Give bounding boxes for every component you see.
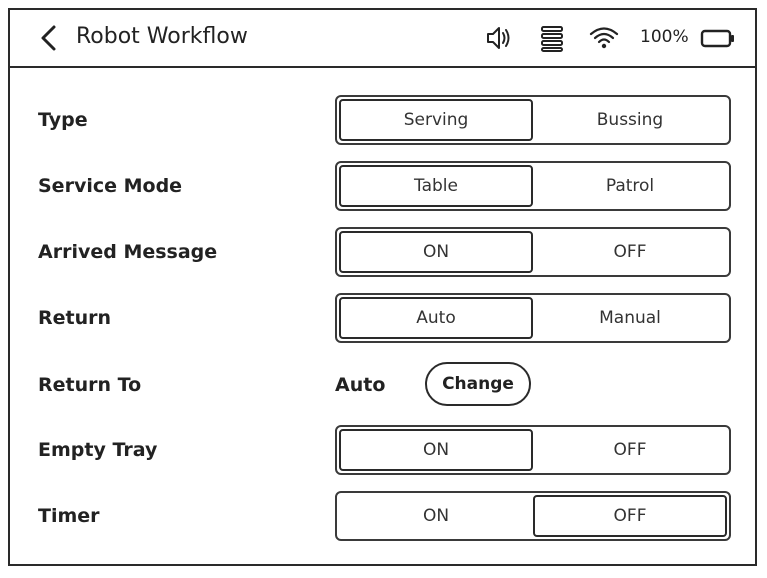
empty-tray-option-on[interactable]: ON <box>339 429 533 471</box>
service-mode-option-patrol[interactable]: Patrol <box>533 165 727 207</box>
row-arrived-message: Arrived Message ON OFF <box>10 227 755 277</box>
return-label: Return <box>38 307 112 329</box>
row-timer: Timer ON OFF <box>10 491 755 541</box>
arrived-message-option-off[interactable]: OFF <box>533 231 727 273</box>
arrived-message-label: Arrived Message <box>38 241 218 263</box>
speaker-icon[interactable] <box>484 22 516 54</box>
timer-option-on[interactable]: ON <box>339 495 533 537</box>
row-service-mode: Service Mode Table Patrol <box>10 161 755 211</box>
type-label: Type <box>38 109 88 131</box>
back-icon[interactable] <box>38 24 60 52</box>
page-title: Robot Workflow <box>76 24 248 49</box>
return-to-label: Return To <box>38 374 142 396</box>
timer-option-off[interactable]: OFF <box>533 495 727 537</box>
return-option-manual[interactable]: Manual <box>533 297 727 339</box>
service-mode-toggle: Table Patrol <box>335 161 731 211</box>
battery-icon <box>700 29 734 48</box>
return-option-auto[interactable]: Auto <box>339 297 533 339</box>
type-toggle: Serving Bussing <box>335 95 731 145</box>
arrived-message-toggle: ON OFF <box>335 227 731 277</box>
settings-panel: Robot Workflow 100% Type Serving Bussing… <box>8 8 757 566</box>
battery-level: 100% <box>640 27 689 47</box>
list-icon[interactable] <box>538 22 566 54</box>
row-type: Type Serving Bussing <box>10 95 755 145</box>
service-mode-option-table[interactable]: Table <box>339 165 533 207</box>
wifi-icon[interactable] <box>588 22 620 54</box>
return-to-value: Auto <box>335 374 386 396</box>
type-option-bussing[interactable]: Bussing <box>533 99 727 141</box>
row-return: Return Auto Manual <box>10 293 755 343</box>
empty-tray-label: Empty Tray <box>38 439 158 461</box>
service-mode-label: Service Mode <box>38 175 183 197</box>
header-bar: Robot Workflow 100% <box>10 10 755 68</box>
row-return-to: Return To Auto Change <box>10 360 755 410</box>
arrived-message-option-on[interactable]: ON <box>339 231 533 273</box>
timer-toggle: ON OFF <box>335 491 731 541</box>
empty-tray-toggle: ON OFF <box>335 425 731 475</box>
timer-label: Timer <box>38 505 100 527</box>
return-toggle: Auto Manual <box>335 293 731 343</box>
change-button[interactable]: Change <box>425 362 531 406</box>
empty-tray-option-off[interactable]: OFF <box>533 429 727 471</box>
type-option-serving[interactable]: Serving <box>339 99 533 141</box>
row-empty-tray: Empty Tray ON OFF <box>10 425 755 475</box>
